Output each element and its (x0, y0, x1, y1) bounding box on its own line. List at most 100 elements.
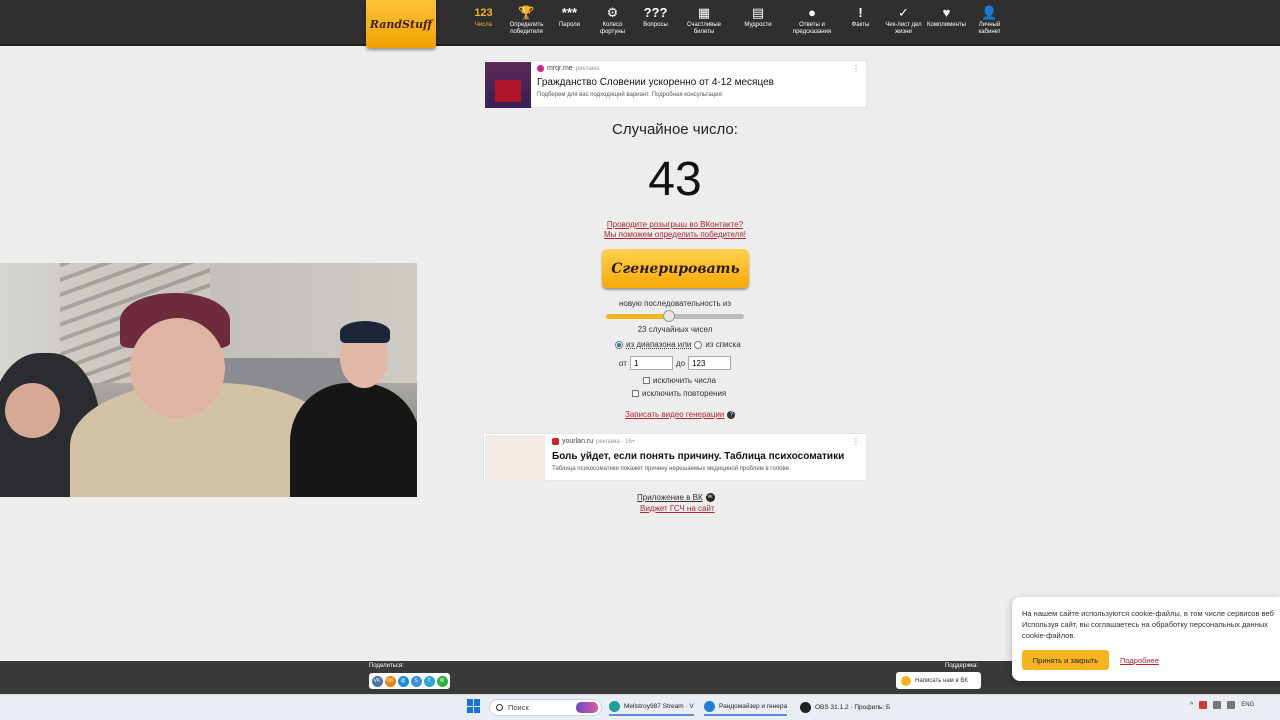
share-button-0[interactable]: VK (371, 675, 383, 687)
cookie-accept-button[interactable]: Принять и закрыть (1022, 650, 1109, 670)
facts-icon: ! (858, 5, 863, 20)
book-icon: ▤ (751, 5, 765, 20)
ad-thumbnail (485, 435, 545, 481)
nav-item-1[interactable]: 🏆 Определить победителя (505, 4, 548, 36)
generate-button[interactable]: Сгенерировать (602, 249, 749, 288)
nav-item-0[interactable]: 123 Числа (462, 4, 505, 36)
ad-menu-icon[interactable]: ⋮ (852, 64, 860, 73)
ad-thumbnail (485, 62, 531, 108)
cookie-more-link[interactable]: Подробнее (1120, 656, 1159, 665)
ad-source: yourlan.ru реклама · 16+ (552, 438, 635, 445)
exclude-repeats-label[interactable]: исключить повторения (642, 389, 726, 398)
language-indicator[interactable]: ENG (1241, 702, 1254, 708)
ad-title[interactable]: Гражданство Словении ускоренно от 4-12 м… (537, 77, 774, 88)
random-number-result: 43 (648, 153, 702, 206)
count-slider[interactable] (606, 314, 744, 319)
ticket-icon: ▦ (697, 5, 711, 20)
start-button[interactable] (467, 699, 481, 713)
numbers-icon: 123 (474, 7, 493, 19)
tray-app-icon[interactable] (1199, 701, 1208, 709)
ad-subtitle: Подберем для вас подходящий вариант. Под… (537, 92, 722, 98)
exclude-repeats-option: исключить повторения (632, 389, 726, 398)
nav-item-9[interactable]: ✓ Чек-лист дел жизни (882, 4, 925, 36)
questions-icon: ??? (643, 5, 668, 20)
cookie-banner: На нашем сайте используются cookie-файлы… (1012, 597, 1280, 681)
widget-link[interactable]: Виджет ГСЧ на сайт (640, 504, 715, 513)
ad-source-icon (537, 65, 544, 72)
list-radio-label[interactable]: из списка (705, 340, 740, 349)
sequence-label: новую последовательность из (618, 299, 732, 308)
ad-banner-top[interactable]: mrqr.me реклама Гражданство Словении уск… (483, 60, 867, 108)
list-radio[interactable] (694, 340, 703, 349)
nav-item-2[interactable]: *** Пароли (548, 4, 591, 36)
record-video-link[interactable]: Записать видео генерации ? (625, 410, 736, 419)
vk-icon: vk (705, 493, 715, 502)
nav-item-10[interactable]: ♥ Комплименты (925, 4, 968, 36)
nav-item-4[interactable]: ??? Вопросы (634, 4, 677, 36)
nav-label: Числа (474, 22, 493, 28)
heart-icon: ♥ (942, 5, 951, 20)
count-slider-handle[interactable] (663, 310, 675, 322)
share-button-1[interactable]: OK (384, 675, 396, 687)
share-button-2[interactable]: @ (397, 675, 409, 687)
share-label: Поделиться: (369, 663, 404, 669)
taskbar-app-obs[interactable]: OBS 31.1.2 · Профиль: Б (800, 699, 890, 716)
vk-winner-link[interactable]: Мы поможем определить победителя! (555, 230, 795, 240)
vk-app-link[interactable]: Приложение в ВК vk (637, 493, 715, 502)
count-label: 23 случайных чисел (637, 325, 713, 334)
nav-item-7[interactable]: ● Ответы и предсказания (785, 4, 839, 36)
system-tray: ^ ENG (1190, 701, 1254, 709)
share-button-5[interactable]: W (436, 675, 448, 687)
result-title: Случайное число: (612, 121, 738, 138)
exclude-repeats-checkbox[interactable] (632, 390, 639, 397)
help-icon[interactable]: ? (727, 410, 736, 419)
randstuff-logo[interactable]: RandStuff (366, 0, 436, 48)
nav-label: Определить победителя (509, 22, 544, 35)
tray-expand-icon[interactable]: ^ (1190, 702, 1193, 709)
nav-item-3[interactable]: ⚙ Колесо фортуны (591, 4, 634, 36)
share-button-4[interactable]: T (423, 675, 435, 687)
ad-menu-icon[interactable]: ⋮ (852, 437, 860, 446)
ball-icon: ● (808, 5, 816, 20)
ad-banner-bottom[interactable]: yourlan.ru реклама · 16+ Боль уйдет, есл… (483, 433, 867, 481)
search-highlight-icon (576, 702, 598, 713)
nav-label: Комплименты (927, 22, 966, 28)
ad-source: mrqr.me реклама (537, 65, 599, 72)
nav-label: Колесо фортуны (600, 22, 625, 35)
ad-title[interactable]: Боль уйдет, если понять причину. Таблица… (552, 451, 844, 462)
trophy-icon: 🏆 (518, 5, 535, 20)
cookie-text: На нашем сайте используются cookie-файлы… (1022, 609, 1274, 640)
exclude-numbers-checkbox[interactable] (643, 377, 650, 384)
edge-icon (704, 701, 715, 712)
support-icon (901, 675, 911, 686)
search-icon (496, 704, 503, 711)
nav-item-5[interactable]: ▦ Счастливые билеты (677, 4, 731, 36)
nav-label: Вопросы (643, 22, 668, 28)
nav-label: Факты (851, 22, 870, 28)
nav-label: Счастливые билеты (686, 22, 722, 35)
share-button-3[interactable]: S (410, 675, 422, 687)
support-vk-button[interactable]: Написать нам в ВК (896, 672, 981, 689)
nav-label: Ответы и предсказания (792, 22, 832, 35)
volume-icon[interactable] (1227, 701, 1236, 709)
vk-giveaway-link[interactable]: Проводите розыгрыш во ВКонтакте? (555, 220, 795, 230)
from-input[interactable] (629, 356, 673, 370)
range-radio[interactable] (615, 340, 623, 349)
to-label: до (675, 358, 686, 368)
range-radio-label[interactable]: из диапазона или (626, 340, 691, 349)
nav-item-8[interactable]: ! Факты (839, 4, 882, 36)
from-label: от (619, 358, 627, 368)
exclude-numbers-option: исключить числа (643, 376, 716, 385)
nav-item-11[interactable]: 👤 Личный кабинет (968, 4, 1011, 36)
network-icon[interactable] (1213, 701, 1222, 709)
password-icon: *** (561, 5, 578, 20)
main-nav: 123 Числа 🏆 Определить победителя *** Пароли ⚙… (462, 4, 1011, 36)
taskbar-app-browser[interactable]: Mellstroy987 Stream · V (609, 699, 694, 716)
nav-label: Чек-лист дел жизни (885, 22, 922, 35)
taskbar-app-edge[interactable]: Рандомайзер и генера (704, 699, 788, 716)
exclude-numbers-label[interactable]: исключить числа (653, 376, 716, 385)
to-input[interactable] (688, 356, 732, 370)
nav-item-6[interactable]: ▤ Мудрости (731, 4, 785, 36)
webcam-overlay (0, 263, 417, 497)
taskbar-search[interactable]: Поиск (489, 699, 602, 716)
